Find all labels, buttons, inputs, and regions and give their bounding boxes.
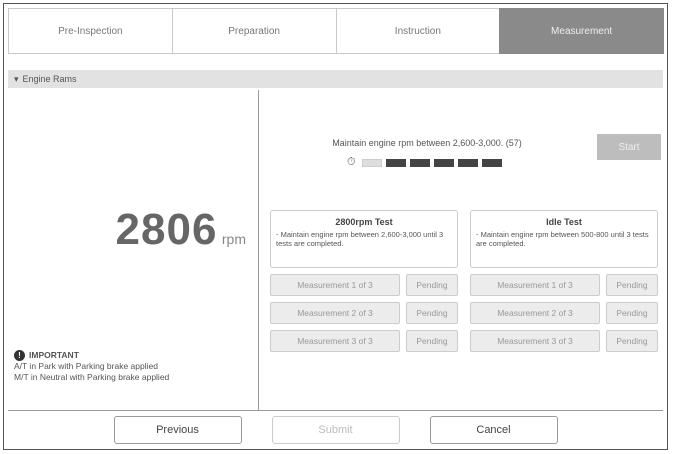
measurement-row: Measurement 1 of 3 Pending	[270, 274, 458, 296]
important-title: IMPORTANT	[29, 350, 79, 360]
step-tabs: Pre-Inspection Preparation Instruction M…	[8, 8, 664, 54]
measurement-row: Measurement 1 of 3 Pending	[470, 274, 658, 296]
measurement-status: Pending	[606, 274, 658, 296]
info-icon: !	[14, 350, 25, 361]
measurement-button[interactable]: Measurement 1 of 3	[270, 274, 400, 296]
start-button[interactable]: Start	[597, 134, 661, 160]
rpm-value: 2806	[115, 205, 218, 254]
important-line: A/T in Park with Parking brake applied	[14, 361, 158, 371]
test-description: - Maintain engine rpm between 500-800 un…	[476, 230, 649, 248]
cancel-button[interactable]: Cancel	[429, 416, 558, 444]
measurement-status: Pending	[606, 330, 658, 352]
tab-instruction[interactable]: Instruction	[335, 8, 501, 54]
progress-segment	[457, 158, 478, 167]
test-card: Idle Test - Maintain engine rpm between …	[470, 210, 658, 268]
progress-segment	[361, 158, 382, 167]
measurement-status: Pending	[406, 302, 458, 324]
submit-button[interactable]: Submit	[271, 416, 400, 444]
progress-indicator: ⏱	[347, 156, 502, 169]
important-line: M/T in Neutral with Parking brake applie…	[14, 372, 170, 382]
important-header: ! IMPORTANT	[14, 350, 254, 361]
test-idle: Idle Test - Maintain engine rpm between …	[470, 210, 658, 352]
chevron-down-icon: ▾	[14, 73, 19, 84]
test-title: Idle Test	[546, 217, 582, 227]
section-title: Engine Rams	[22, 74, 77, 84]
measurement-button[interactable]: Measurement 3 of 3	[270, 330, 400, 352]
timer-icon: ⏱	[347, 156, 356, 168]
measurement-status: Pending	[606, 302, 658, 324]
main-window: Pre-Inspection Preparation Instruction M…	[3, 3, 668, 450]
measurement-button[interactable]: Measurement 1 of 3	[470, 274, 600, 296]
previous-button[interactable]: Previous	[113, 416, 242, 444]
progress-segment	[433, 158, 454, 167]
measurement-row: Measurement 3 of 3 Pending	[470, 330, 658, 352]
instruction-text: Maintain engine rpm between 2,600-3,000.…	[332, 138, 522, 148]
rpm-unit: rpm	[221, 231, 246, 247]
progress-segment	[481, 158, 502, 167]
rpm-panel: 2806 rpm ! IMPORTANT A/T in Park with Pa…	[8, 90, 259, 410]
progress-segment	[409, 158, 430, 167]
test-card: 2800rpm Test - Maintain engine rpm betwe…	[270, 210, 458, 268]
measurement-row: Measurement 3 of 3 Pending	[270, 330, 458, 352]
measurement-button[interactable]: Measurement 3 of 3	[470, 330, 600, 352]
tab-preparation[interactable]: Preparation	[171, 8, 337, 54]
measurement-row: Measurement 2 of 3 Pending	[470, 302, 658, 324]
test-description: - Maintain engine rpm between 2,600-3,00…	[276, 230, 444, 248]
test-panel: Maintain engine rpm between 2,600-3,000.…	[262, 90, 667, 410]
measurement-status: Pending	[406, 274, 458, 296]
tab-pre-inspection[interactable]: Pre-Inspection	[8, 8, 173, 54]
test-2800rpm: 2800rpm Test - Maintain engine rpm betwe…	[270, 210, 458, 352]
footer-bar: Previous Submit Cancel	[8, 410, 663, 449]
progress-segment	[385, 158, 406, 167]
rpm-display: 2806 rpm	[8, 205, 258, 255]
important-note: ! IMPORTANT A/T in Park with Parking bra…	[14, 350, 254, 383]
measurement-button[interactable]: Measurement 2 of 3	[270, 302, 400, 324]
tab-measurement[interactable]: Measurement	[499, 8, 664, 54]
section-header[interactable]: ▾ Engine Rams	[8, 70, 663, 88]
measurement-button[interactable]: Measurement 2 of 3	[470, 302, 600, 324]
test-title: 2800rpm Test	[335, 217, 393, 227]
measurement-status: Pending	[406, 330, 458, 352]
measurement-row: Measurement 2 of 3 Pending	[270, 302, 458, 324]
